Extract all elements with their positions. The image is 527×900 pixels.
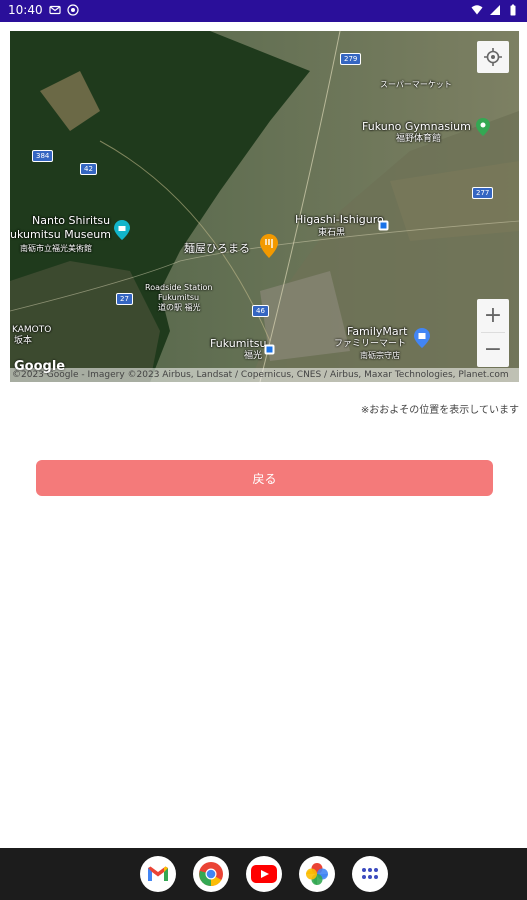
zoom-in-button[interactable]: + xyxy=(477,299,509,332)
chrome-app[interactable] xyxy=(193,856,229,892)
google-logo: Google xyxy=(14,359,66,374)
battery-icon xyxy=(510,4,516,16)
signal-icon xyxy=(490,5,500,15)
map-label-higashi-jp: 東石黒 xyxy=(318,228,346,238)
route-279-badge: 279 xyxy=(340,53,362,65)
map-view[interactable]: 279 384 42 27 46 277 スーパーマーケット Fukuno Gy… xyxy=(10,31,519,382)
museum-pin-icon[interactable] xyxy=(114,220,130,240)
route-384-badge: 384 xyxy=(32,150,54,162)
photos-app[interactable] xyxy=(299,856,335,892)
map-label-kamoto-jp: 坂本 xyxy=(14,336,33,346)
map-label-kamoto: KAMOTO xyxy=(12,325,52,335)
wifi-icon xyxy=(471,5,483,15)
train-station-icon[interactable] xyxy=(264,344,275,355)
map-label-supermarket: スーパーマーケット xyxy=(380,80,452,89)
map-label-fukumitsu-jp: 福光 xyxy=(244,351,263,361)
route-42-badge: 42 xyxy=(80,163,97,175)
my-location-icon xyxy=(484,48,502,66)
zoom-out-button[interactable]: − xyxy=(477,333,509,366)
map-label-familymart: FamilyMart xyxy=(347,325,408,338)
status-time: 10:40 xyxy=(8,3,43,17)
zoom-controls: + − xyxy=(477,299,509,367)
map-label-roadside-jp: 道の駅 福光 xyxy=(158,303,201,312)
route-46-badge: 46 xyxy=(252,305,269,317)
station-icon[interactable] xyxy=(378,220,389,231)
map-label-nanto-jp: 南砺市立福光美術館 xyxy=(20,244,92,253)
status-bar: 10:40 xyxy=(0,0,527,22)
map-attribution[interactable]: ©2023 Google - Imagery ©2023 Airbus, Lan… xyxy=(10,368,519,382)
gmail-icon xyxy=(48,5,61,15)
restaurant-pin-icon[interactable] xyxy=(260,234,278,258)
photos-icon xyxy=(306,863,328,885)
gmail-icon xyxy=(148,866,168,881)
gmail-app[interactable] xyxy=(140,856,176,892)
map-label-familymart-sub: 南砺宗守店 xyxy=(360,351,400,360)
map-label-nanto-title: Nanto Shiritsu xyxy=(32,214,111,227)
map-label-higashi: Higashi-Ishiguro xyxy=(295,213,384,226)
map-label-fukuno: Fukuno Gymnasium xyxy=(362,120,471,133)
map-label-familymart-jp: ファミリーマート xyxy=(334,339,407,349)
map-label-menya: 麺屋ひろまる xyxy=(184,242,250,255)
notification-icon xyxy=(66,4,79,16)
youtube-icon xyxy=(251,865,277,883)
app-dock xyxy=(140,856,388,892)
app-drawer-icon xyxy=(362,868,378,879)
map-label-fukuno-jp: 福野体育館 xyxy=(396,134,442,144)
app-drawer-button[interactable] xyxy=(352,856,388,892)
chrome-icon xyxy=(199,862,223,886)
my-location-button[interactable] xyxy=(477,41,509,73)
route-27-badge: 27 xyxy=(116,293,133,305)
back-button[interactable]: 戻る xyxy=(36,460,493,496)
map-label-nanto-museum: ukumitsu Museum xyxy=(10,228,111,241)
youtube-app[interactable] xyxy=(246,856,282,892)
route-277-badge: 277 xyxy=(472,187,494,199)
approximate-location-note: ※おおよその位置を表示しています xyxy=(360,405,519,416)
park-pin-icon[interactable] xyxy=(476,118,490,136)
map-label-fukumitsu: Fukumitsu xyxy=(210,337,267,350)
shop-pin-icon[interactable] xyxy=(414,328,430,348)
